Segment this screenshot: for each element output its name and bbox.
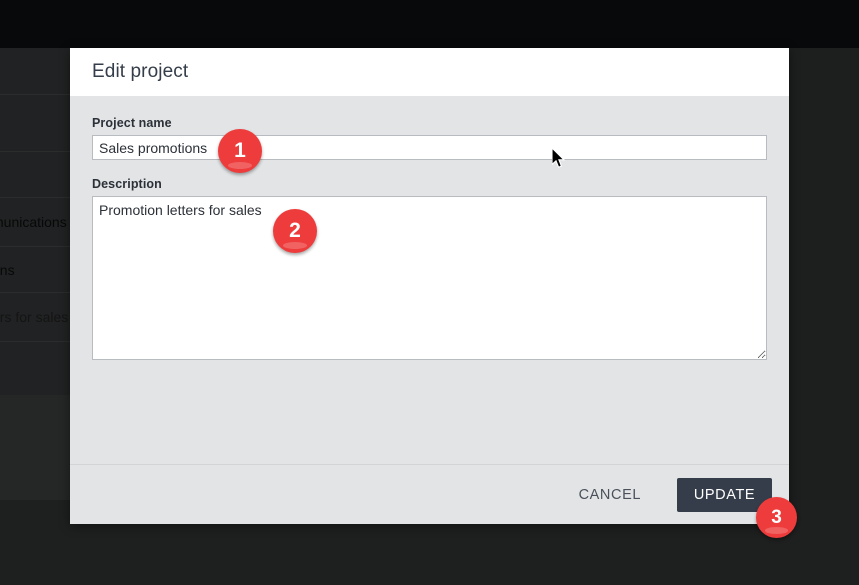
annotation-badge-1: 1 xyxy=(218,129,262,173)
mouse-cursor-icon xyxy=(552,148,566,168)
dialog-footer: CANCEL UPDATE xyxy=(70,464,789,524)
project-name-label: Project name xyxy=(92,116,172,130)
dialog-body: Project name Description xyxy=(70,96,789,464)
list-item-label: ers for sales xyxy=(0,309,69,325)
page-title: Edit project xyxy=(92,61,189,82)
dialog-header: Edit project xyxy=(70,48,789,96)
annotation-badge-3: 3 xyxy=(756,497,797,538)
list-item-label: ons xyxy=(0,261,15,278)
description-textarea[interactable] xyxy=(92,196,767,360)
description-label: Description xyxy=(92,177,162,191)
app-topbar xyxy=(0,0,859,48)
edit-project-dialog: Edit project Project name Description CA… xyxy=(70,48,789,524)
list-item-label: munications xyxy=(0,214,67,230)
cancel-button[interactable]: CANCEL xyxy=(565,479,655,511)
project-name-input[interactable] xyxy=(92,135,767,160)
annotation-badge-2: 2 xyxy=(273,209,317,253)
